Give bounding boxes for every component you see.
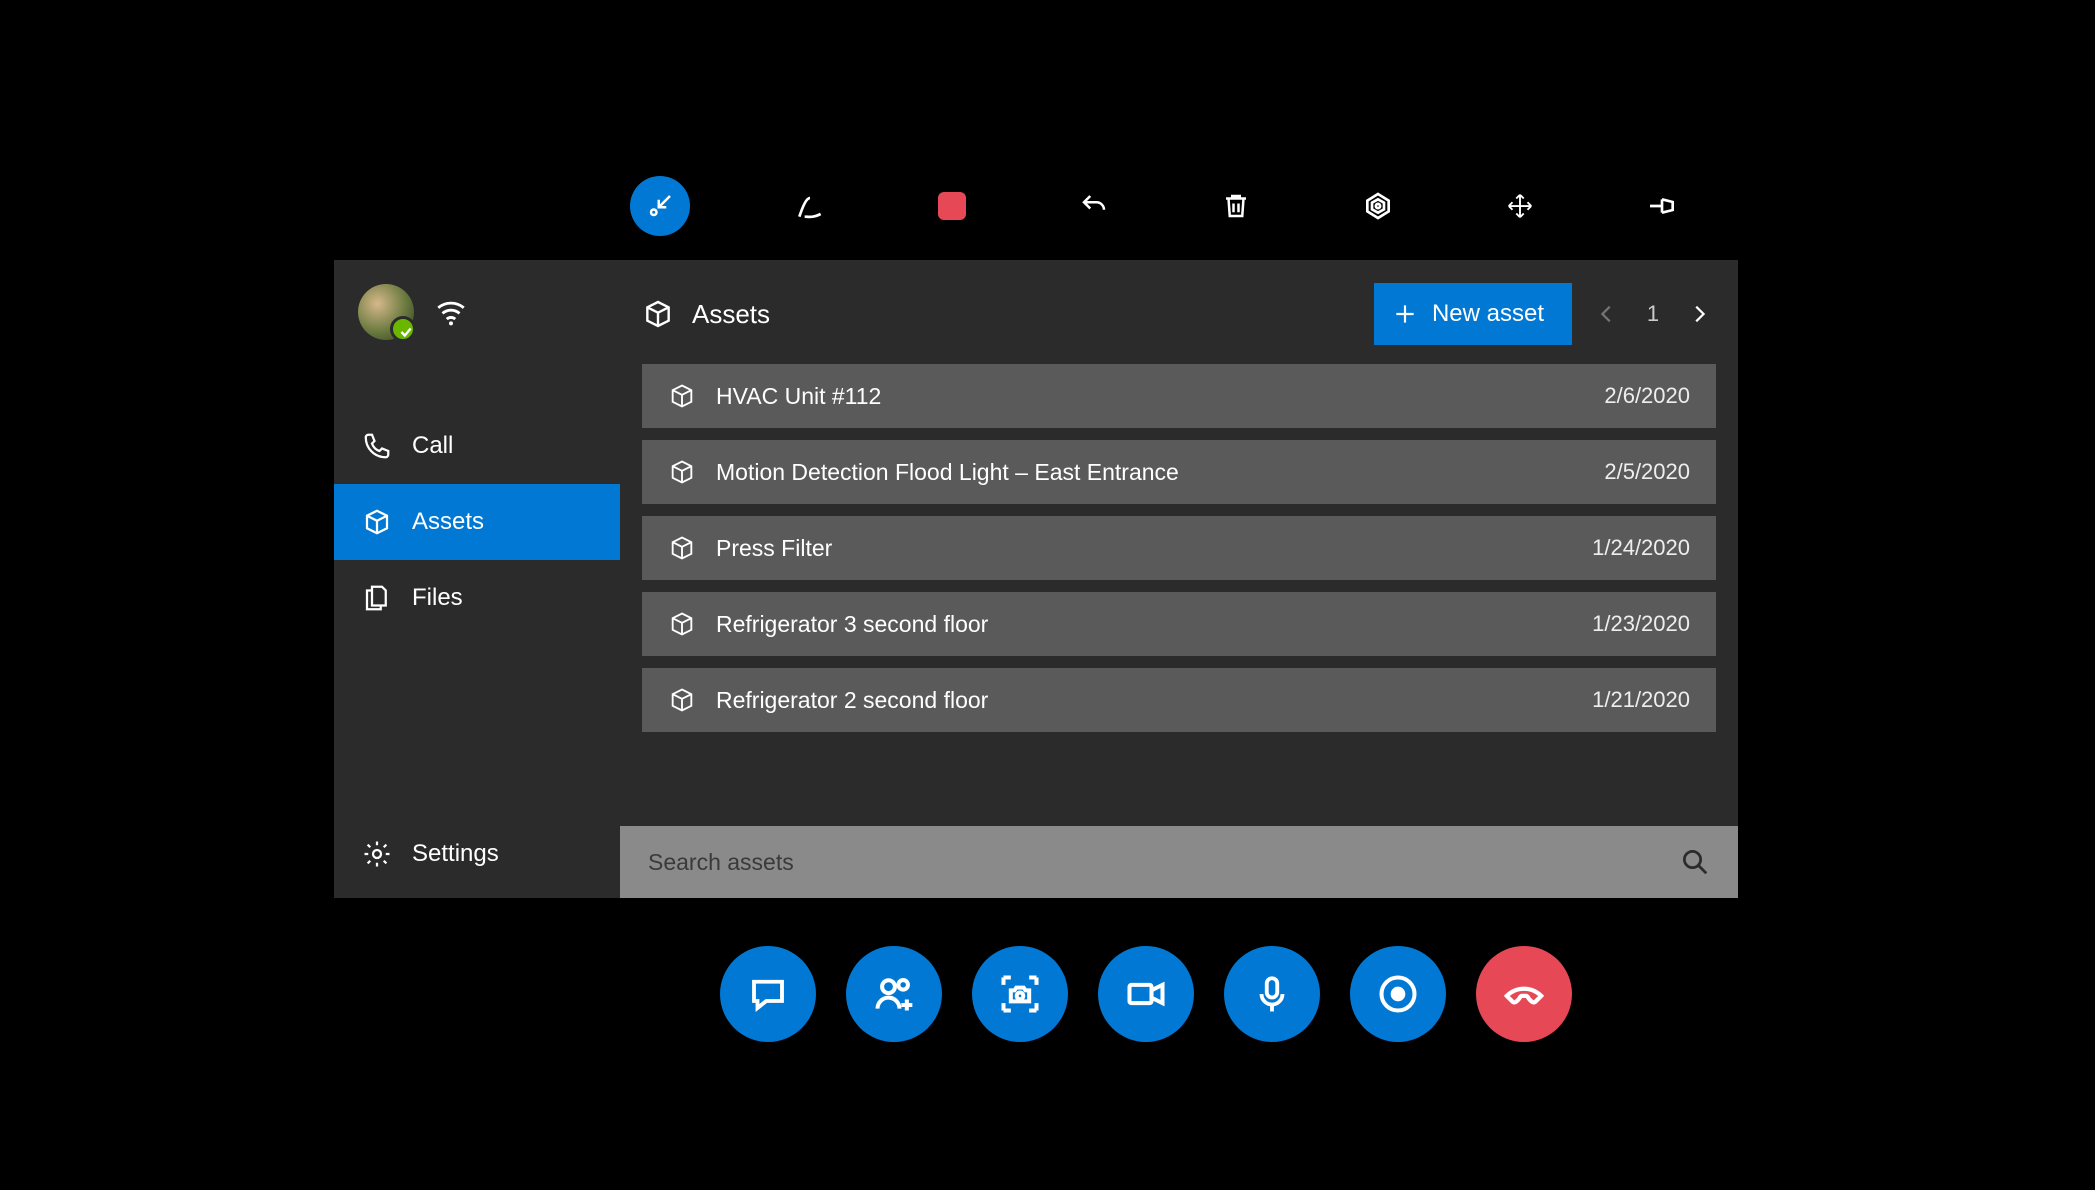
sidebar-item-assets[interactable]: Assets bbox=[334, 484, 620, 560]
asset-row[interactable]: Refrigerator 2 second floor 1/21/2020 bbox=[642, 668, 1716, 732]
shrink-tool[interactable] bbox=[630, 176, 690, 236]
sidebar: Call Assets Files Settings bbox=[334, 260, 620, 898]
asset-date: 1/21/2020 bbox=[1592, 687, 1690, 713]
gear-icon bbox=[362, 839, 392, 869]
sidebar-item-label: Call bbox=[412, 432, 453, 460]
avatar[interactable] bbox=[358, 284, 414, 340]
asset-date: 2/5/2020 bbox=[1604, 459, 1690, 485]
asset-list: HVAC Unit #112 2/6/2020 Motion Detection… bbox=[642, 364, 1716, 732]
ink-icon bbox=[794, 190, 826, 222]
asset-name: Refrigerator 2 second floor bbox=[716, 687, 1592, 714]
search-icon bbox=[1680, 847, 1710, 877]
box-icon bbox=[668, 686, 696, 714]
pager: 1 bbox=[1590, 297, 1716, 331]
box-icon bbox=[668, 382, 696, 410]
asset-row[interactable]: HVAC Unit #112 2/6/2020 bbox=[642, 364, 1716, 428]
target-icon bbox=[1362, 190, 1394, 222]
sidebar-item-settings[interactable]: Settings bbox=[334, 816, 620, 892]
pager-next[interactable] bbox=[1682, 297, 1716, 331]
asset-name: Motion Detection Flood Light – East Entr… bbox=[716, 459, 1604, 486]
sidebar-item-files[interactable]: Files bbox=[334, 560, 620, 636]
sidebar-header bbox=[334, 260, 620, 368]
asset-row[interactable]: Press Filter 1/24/2020 bbox=[642, 516, 1716, 580]
trash-icon bbox=[1221, 191, 1251, 221]
pager-page: 1 bbox=[1638, 301, 1668, 327]
files-icon bbox=[362, 583, 392, 613]
sidebar-item-label: Files bbox=[412, 584, 463, 612]
asset-date: 1/23/2020 bbox=[1592, 611, 1690, 637]
page-title: Assets bbox=[692, 299, 770, 330]
mic-button[interactable] bbox=[1224, 946, 1320, 1042]
main-content: Assets New asset 1 bbox=[620, 260, 1738, 898]
new-asset-button[interactable]: New asset bbox=[1374, 283, 1572, 345]
wifi-icon bbox=[434, 295, 468, 329]
add-people-button[interactable] bbox=[846, 946, 942, 1042]
presence-check-icon bbox=[399, 325, 413, 339]
ink-tool[interactable] bbox=[788, 184, 832, 228]
asset-name: HVAC Unit #112 bbox=[716, 383, 1604, 410]
new-asset-label: New asset bbox=[1432, 300, 1544, 328]
record-button[interactable] bbox=[1350, 946, 1446, 1042]
top-toolbar bbox=[630, 176, 1684, 236]
box-icon bbox=[668, 534, 696, 562]
plus-icon bbox=[1392, 301, 1418, 327]
expand-tool[interactable] bbox=[1498, 184, 1542, 228]
main-header: Assets New asset 1 bbox=[642, 282, 1716, 346]
undo-tool[interactable] bbox=[1072, 184, 1116, 228]
color-square-icon bbox=[938, 192, 966, 220]
target-tool[interactable] bbox=[1356, 184, 1400, 228]
pin-tool[interactable] bbox=[1640, 184, 1684, 228]
pin-icon bbox=[1646, 190, 1678, 222]
undo-icon bbox=[1079, 191, 1109, 221]
pager-prev[interactable] bbox=[1590, 297, 1624, 331]
camera-capture-icon bbox=[998, 972, 1042, 1016]
add-people-icon bbox=[872, 972, 916, 1016]
expand-icon bbox=[1505, 191, 1535, 221]
color-tool[interactable] bbox=[930, 184, 974, 228]
box-icon bbox=[642, 298, 674, 330]
box-icon bbox=[362, 507, 392, 537]
record-icon bbox=[1376, 972, 1420, 1016]
asset-name: Refrigerator 3 second floor bbox=[716, 611, 1592, 638]
chat-icon bbox=[747, 973, 789, 1015]
asset-date: 1/24/2020 bbox=[1592, 535, 1690, 561]
asset-name: Press Filter bbox=[716, 535, 1592, 562]
asset-row[interactable]: Refrigerator 3 second floor 1/23/2020 bbox=[642, 592, 1716, 656]
sidebar-item-label: Assets bbox=[412, 508, 484, 536]
search-input[interactable] bbox=[648, 849, 1680, 876]
shrink-icon bbox=[645, 191, 675, 221]
bottom-toolbar bbox=[720, 946, 1572, 1042]
chevron-right-icon bbox=[1688, 303, 1710, 325]
phone-icon bbox=[362, 431, 392, 461]
video-button[interactable] bbox=[1098, 946, 1194, 1042]
hangup-icon bbox=[1501, 971, 1547, 1017]
chat-button[interactable] bbox=[720, 946, 816, 1042]
asset-date: 2/6/2020 bbox=[1604, 383, 1690, 409]
box-icon bbox=[668, 458, 696, 486]
search-bar bbox=[620, 826, 1738, 898]
sidebar-item-call[interactable]: Call bbox=[334, 408, 620, 484]
delete-tool[interactable] bbox=[1214, 184, 1258, 228]
capture-button[interactable] bbox=[972, 946, 1068, 1042]
video-icon bbox=[1124, 972, 1168, 1016]
box-icon bbox=[668, 610, 696, 638]
asset-row[interactable]: Motion Detection Flood Light – East Entr… bbox=[642, 440, 1716, 504]
chevron-left-icon bbox=[1596, 303, 1618, 325]
main-window: Call Assets Files Settings Assets Ne bbox=[334, 260, 1738, 898]
sidebar-item-label: Settings bbox=[412, 840, 499, 868]
mic-icon bbox=[1251, 973, 1293, 1015]
hangup-button[interactable] bbox=[1476, 946, 1572, 1042]
